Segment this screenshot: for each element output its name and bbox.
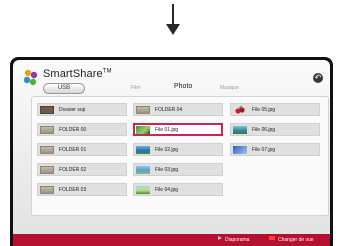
grid-item-label: FOLDER 01 <box>59 147 87 153</box>
grid-item-folder[interactable]: FOLDER 03 <box>37 183 127 196</box>
image-thumbnail-icon <box>136 126 150 134</box>
image-thumbnail-icon <box>136 146 150 154</box>
grid-item-label: File 03.jpg <box>155 167 179 173</box>
image-thumbnail-icon <box>233 146 247 154</box>
smartshare-logo-icon <box>23 69 38 86</box>
grid-item-label: Dossier sup <box>59 107 86 113</box>
app-title: SmartShareTM <box>43 68 112 80</box>
image-thumbnail-icon <box>136 186 150 194</box>
grid-item-label: FOLDER 02 <box>59 167 87 173</box>
image-thumbnail-icon <box>235 106 245 114</box>
grid-item-photo[interactable]: File 02.jpg <box>133 143 223 156</box>
down-arrow-icon <box>166 4 180 35</box>
usb-source-button[interactable]: USB <box>43 83 85 94</box>
grid-item-label: FOLDER 03 <box>59 187 87 193</box>
play-icon <box>218 236 222 240</box>
grid-item-folder[interactable]: FOLDER 02 <box>37 163 127 176</box>
change-view-action[interactable]: Changer de vue <box>269 236 314 244</box>
red-key-icon <box>269 236 275 240</box>
back-button[interactable]: ↶ <box>313 73 323 83</box>
grid-item-label: File 06.jpg <box>252 127 276 133</box>
folder-up-icon <box>40 106 54 114</box>
image-thumbnail-icon <box>136 166 150 174</box>
footer-bar: Diaporama Changer de vue <box>13 234 330 246</box>
tv-frame: SmartShareTM ↶ USB Film Photo Musique Do… <box>10 57 333 246</box>
folder-icon <box>136 106 150 114</box>
grid-item-photo-selected[interactable]: File 01.jpg <box>133 123 223 136</box>
tab-photo[interactable]: Photo <box>174 83 192 90</box>
tab-film[interactable]: Film <box>131 85 140 91</box>
grid-item-label: File 07.jpg <box>252 147 276 153</box>
grid-item-photo[interactable]: File 05.jpg <box>230 103 320 116</box>
change-view-label: Changer de vue <box>278 237 314 243</box>
grid-item-photo[interactable]: File 06.jpg <box>230 123 320 136</box>
tab-musique[interactable]: Musique <box>220 85 239 91</box>
grid-item-label: FOLDER 00 <box>59 127 87 133</box>
grid-item-folder[interactable]: FOLDER 04 <box>133 103 223 116</box>
back-arrow-icon: ↶ <box>314 73 322 82</box>
grid-item-photo[interactable]: File 04.jpg <box>133 183 223 196</box>
grid-item-parent-folder[interactable]: Dossier sup <box>37 103 127 116</box>
image-thumbnail-icon <box>233 126 247 134</box>
file-browser-grid: Dossier sup FOLDER 00 FOLDER 01 FOLDER 0… <box>31 96 329 216</box>
grid-item-label: File 05.jpg <box>252 107 276 113</box>
grid-item-folder[interactable]: FOLDER 01 <box>37 143 127 156</box>
folder-icon <box>40 166 54 174</box>
grid-item-photo[interactable]: File 07.jpg <box>230 143 320 156</box>
folder-icon <box>40 146 54 154</box>
slideshow-action[interactable]: Diaporama <box>218 236 249 244</box>
folder-icon <box>40 186 54 194</box>
slideshow-label: Diaporama <box>225 237 250 243</box>
grid-item-label: File 01.jpg <box>155 127 179 133</box>
grid-item-photo[interactable]: File 03.jpg <box>133 163 223 176</box>
grid-item-label: File 02.jpg <box>155 147 179 153</box>
grid-item-folder[interactable]: FOLDER 00 <box>37 123 127 136</box>
smartshare-screen: SmartShareTM ↶ USB Film Photo Musique Do… <box>13 60 330 246</box>
grid-item-label: File 04.jpg <box>155 187 179 193</box>
folder-icon <box>40 126 54 134</box>
grid-item-label: FOLDER 04 <box>155 107 183 113</box>
